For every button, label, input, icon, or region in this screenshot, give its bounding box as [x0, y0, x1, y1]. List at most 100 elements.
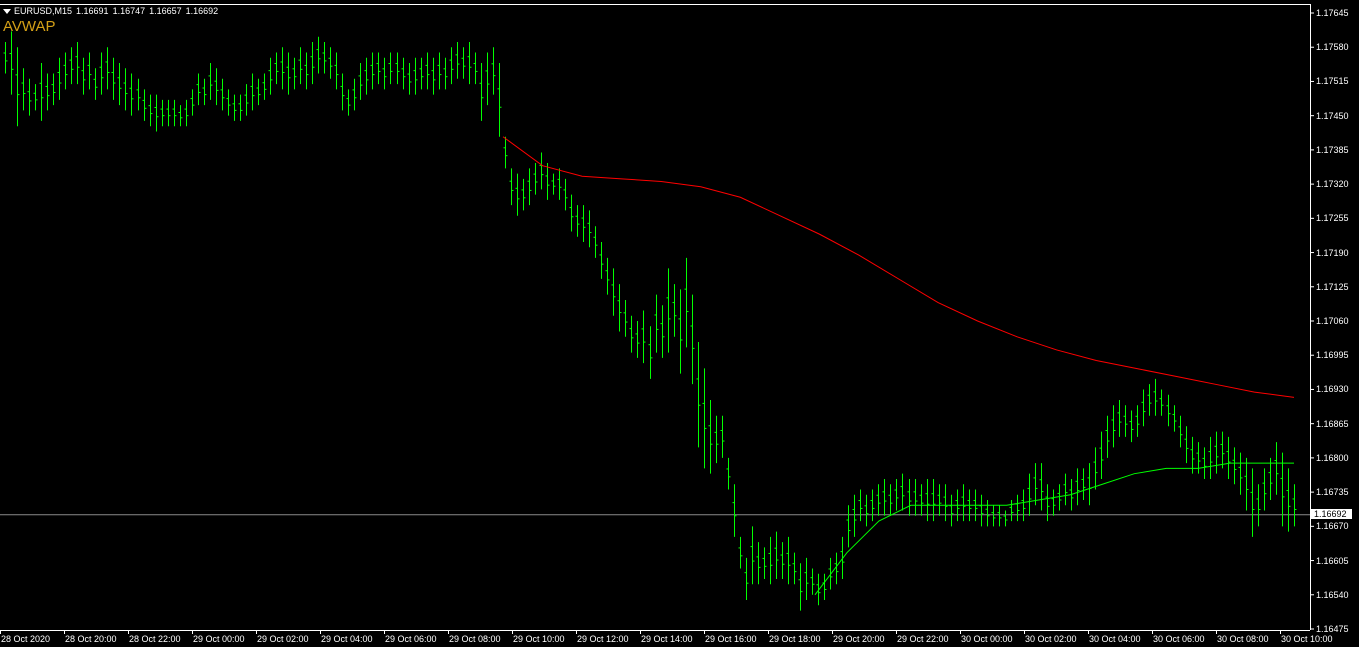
ohlc-bar: [1081, 468, 1086, 501]
ohlc-bar: [551, 173, 556, 195]
ohlc-bar: [1208, 436, 1213, 479]
indicator-title: AVWAP: [3, 18, 56, 35]
ohlc-bar: [870, 489, 875, 522]
ohlc-bar: [666, 268, 671, 353]
ohlc-bar: [515, 173, 520, 216]
ohlc-bar: [678, 289, 683, 374]
ohlc-bar: [268, 57, 273, 95]
ohlc-bar: [334, 52, 339, 90]
price-chart[interactable]: [0, 0, 1359, 647]
x-tick-label: 29 Oct 10:00: [513, 634, 565, 644]
ohlc-bar: [750, 526, 755, 585]
ohlc-bar: [780, 542, 785, 579]
ohlc-bar: [654, 294, 659, 353]
ohlc-bar: [1238, 452, 1243, 495]
x-tick-label: 29 Oct 22:00: [897, 634, 949, 644]
ohlc-bar: [1063, 473, 1068, 506]
ohlc-bar: [196, 73, 201, 106]
ohlc-bar: [93, 68, 98, 100]
ohlc-bar: [437, 52, 442, 90]
ohlc-bar: [846, 505, 851, 548]
ohlc-bar: [226, 89, 231, 116]
ohlc-bar: [1244, 457, 1249, 511]
ohlc-bar: [997, 505, 1002, 527]
ohlc-bar: [533, 163, 538, 195]
ohlc-bar: [1172, 405, 1177, 432]
x-tick-label: 28 Oct 2020: [1, 634, 51, 644]
ohlc-bar: [684, 257, 689, 348]
avwap-green-line: [814, 462, 1294, 596]
x-tick-label: 30 Oct 04:00: [1089, 634, 1141, 644]
x-tick-label: 29 Oct 02:00: [257, 634, 309, 644]
ohlc-bar: [304, 52, 309, 90]
ohlc-bar: [1129, 410, 1134, 443]
ohlc-bar: [672, 284, 677, 337]
chart-header: EURUSD,M15 1.16691 1.16747 1.16657 1.166…: [3, 5, 222, 17]
ohlc-bars: [3, 31, 1297, 611]
ohlc-bar: [328, 47, 333, 79]
ohlc-bar: [346, 89, 351, 116]
ohlc-bar: [1178, 415, 1183, 448]
ohlc-bar: [1159, 389, 1164, 416]
ohlc-bar: [720, 415, 725, 458]
ohlc-bar: [51, 73, 56, 106]
ohlc-bar: [382, 57, 387, 90]
y-tick-label: 1.17645: [1316, 8, 1349, 18]
ohlc-bar: [461, 47, 466, 79]
ohlc-bar: [1027, 473, 1032, 516]
ohlc-bar: [919, 484, 924, 516]
ohlc-bar: [220, 78, 225, 111]
ohlc-bar: [105, 47, 110, 90]
ohlc-bar: [557, 168, 562, 200]
ohlc-bar: [876, 484, 881, 516]
ohlc-bar: [21, 68, 26, 111]
ohlc-bar: [238, 94, 243, 121]
ohlc-bar: [1021, 489, 1026, 522]
ohlc-bar: [449, 47, 454, 85]
ohlc-bar: [491, 47, 496, 95]
ohlc-bar: [15, 47, 20, 127]
current-price-tag: 1.16692: [1310, 509, 1352, 519]
ohlc-bar: [943, 484, 948, 522]
ohlc-bar: [1147, 384, 1152, 416]
ohlc-bar: [358, 63, 363, 100]
low-value: 1.16657: [149, 6, 182, 16]
x-tick-label: 30 Oct 08:00: [1217, 634, 1269, 644]
ohlc-bar: [401, 57, 406, 90]
y-tick-label: 1.17320: [1316, 179, 1349, 190]
chart-window[interactable]: EURUSD,M15 1.16691 1.16747 1.16657 1.166…: [0, 0, 1359, 647]
ohlc-bar: [1166, 394, 1171, 427]
ohlc-bar: [160, 99, 165, 127]
ohlc-bar: [569, 194, 574, 232]
ohlc-bar: [340, 73, 345, 111]
ohlc-bar: [431, 57, 436, 95]
ohlc-bar: [455, 41, 460, 79]
ohlc-bar: [888, 484, 893, 516]
ohlc-bar: [256, 78, 261, 106]
ohlc-bar: [27, 78, 32, 116]
ohlc-bar: [949, 494, 954, 527]
y-tick-label: 1.17385: [1316, 144, 1349, 155]
y-tick-label: 1.16930: [1316, 384, 1349, 395]
ohlc-bar: [1250, 468, 1255, 537]
ohlc-bar: [99, 52, 104, 95]
ohlc-bar: [907, 478, 912, 516]
ohlc-bar: [39, 63, 44, 121]
ohlc-bar: [485, 52, 490, 106]
ohlc-bar: [57, 57, 62, 100]
ohlc-bar: [581, 205, 586, 243]
y-tick-label: 1.16995: [1316, 350, 1349, 361]
dropdown-triangle-icon[interactable]: [3, 8, 11, 14]
ohlc-bar: [443, 57, 448, 90]
x-tick-label: 29 Oct 04:00: [321, 634, 373, 644]
ohlc-bar: [708, 399, 713, 474]
ohlc-bar: [732, 484, 737, 537]
ohlc-bar: [129, 73, 134, 116]
ohlc-bar: [756, 542, 761, 585]
y-tick-label: 1.17450: [1316, 110, 1349, 121]
ohlc-bar: [1286, 468, 1291, 532]
ohlc-bar: [1117, 399, 1122, 437]
ohlc-bar: [81, 57, 86, 95]
ohlc-bar: [1093, 447, 1098, 490]
x-tick-label: 29 Oct 14:00: [641, 634, 693, 644]
